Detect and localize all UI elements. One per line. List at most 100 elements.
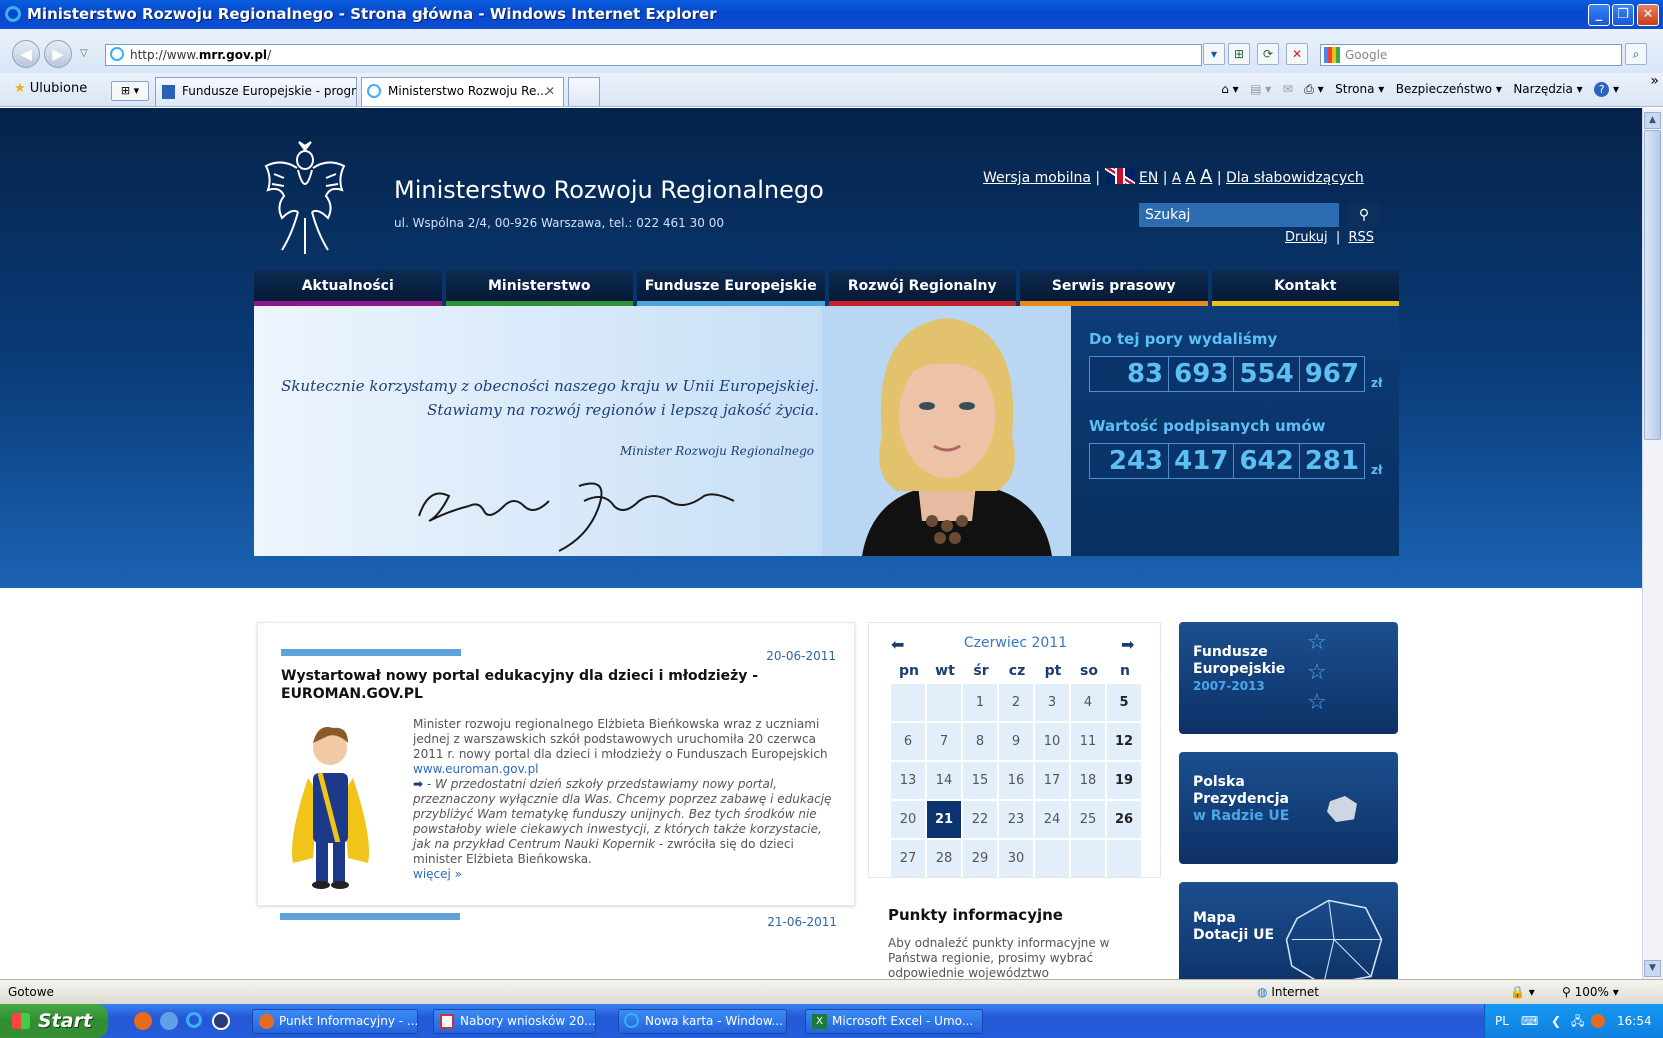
quicklaunch-media-icon[interactable] bbox=[212, 1012, 230, 1030]
calendar-day[interactable]: 8 bbox=[963, 723, 997, 760]
back-button[interactable]: ◀ bbox=[12, 40, 40, 68]
search-icon[interactable]: ⌕ bbox=[1625, 43, 1647, 65]
quicklaunch-firefox-icon[interactable] bbox=[134, 1012, 152, 1030]
minimize-button[interactable]: _ bbox=[1588, 4, 1610, 26]
firefox-tray-icon[interactable] bbox=[1591, 1014, 1605, 1028]
favorites-button[interactable]: ★ Ulubione bbox=[14, 81, 87, 96]
next-month-icon[interactable]: ➡ bbox=[1121, 635, 1134, 654]
calendar-day[interactable]: 6 bbox=[891, 723, 925, 760]
menu-aktualnosci[interactable]: Aktualności bbox=[254, 270, 442, 306]
calendar-day[interactable]: 20 bbox=[891, 801, 925, 838]
taskbar-item[interactable]: X Microsoft Excel - Umo... bbox=[805, 1009, 983, 1034]
refresh-icon[interactable]: ⟳ bbox=[1257, 43, 1279, 65]
menu-kontakt[interactable]: Kontakt bbox=[1211, 270, 1399, 306]
close-window-button[interactable]: ✕ bbox=[1637, 4, 1659, 26]
calendar-day[interactable]: 19 bbox=[1107, 762, 1141, 799]
menu-serwis[interactable]: Serwis prasowy bbox=[1020, 270, 1208, 306]
protected-mode-icon[interactable]: 🔒 ▾ bbox=[1510, 980, 1535, 1004]
forward-button[interactable]: ▶ bbox=[44, 40, 72, 68]
promo-mapa-dotacji[interactable]: Mapa Dotacji UE bbox=[1179, 882, 1398, 979]
print-icon[interactable]: ⎙ ▾ bbox=[1304, 82, 1323, 96]
font-small-link[interactable]: A bbox=[1172, 171, 1181, 186]
zoom-control[interactable]: ⚲ 100% ▾ bbox=[1562, 980, 1619, 1004]
calendar-day[interactable]: 24 bbox=[1035, 801, 1069, 838]
address-dropdown-icon[interactable]: ▾ bbox=[1203, 43, 1225, 65]
scroll-thumb[interactable] bbox=[1644, 130, 1661, 440]
calendar-day[interactable]: 22 bbox=[963, 801, 997, 838]
page-menu[interactable]: Strona ▾ bbox=[1335, 82, 1384, 96]
calendar-day[interactable]: 4 bbox=[1071, 684, 1105, 721]
taskbar-item[interactable]: Nabory wniosków 20... bbox=[433, 1009, 596, 1034]
calendar-day[interactable]: 26 bbox=[1107, 801, 1141, 838]
safety-menu[interactable]: Bezpieczeństwo ▾ bbox=[1396, 82, 1502, 96]
mail-icon[interactable]: ✉ bbox=[1283, 82, 1293, 96]
calendar-day[interactable]: 11 bbox=[1071, 723, 1105, 760]
taskbar-item[interactable]: Punkt Informacyjny - ... bbox=[252, 1009, 418, 1034]
tab-mrr[interactable]: Ministerstwo Rozwoju Re... ✕ bbox=[361, 77, 564, 106]
address-bar[interactable]: http://www.mrr.gov.pl/ bbox=[105, 44, 1202, 66]
read-more-link[interactable]: więcej » bbox=[413, 867, 462, 881]
calendar-day[interactable]: 17 bbox=[1035, 762, 1069, 799]
quicklaunch-ie-icon[interactable] bbox=[186, 1012, 202, 1028]
calendar-day[interactable]: 21 bbox=[927, 801, 961, 838]
home-icon[interactable]: ⌂ ▾ bbox=[1221, 82, 1238, 96]
calendar-day[interactable]: 29 bbox=[963, 840, 997, 877]
site-search-input[interactable]: Szukaj bbox=[1139, 203, 1339, 227]
feeds-icon[interactable]: ▤ ▾ bbox=[1250, 82, 1271, 96]
calendar-day[interactable]: 10 bbox=[1035, 723, 1069, 760]
menu-ministerstwo[interactable]: Ministerstwo bbox=[445, 270, 633, 306]
scroll-down-icon[interactable]: ▼ bbox=[1644, 960, 1661, 977]
calendar-day[interactable]: 12 bbox=[1107, 723, 1141, 760]
calendar-day[interactable]: 14 bbox=[927, 762, 961, 799]
help-icon[interactable]: ? bbox=[1594, 82, 1610, 97]
taskbar-item[interactable]: Nowa karta - Window... bbox=[618, 1009, 787, 1034]
english-link[interactable]: EN bbox=[1139, 170, 1158, 186]
language-indicator[interactable]: PL bbox=[1495, 1004, 1509, 1038]
network-icon[interactable]: 🖧 bbox=[1571, 1004, 1584, 1038]
calendar-day[interactable]: 1 bbox=[963, 684, 997, 721]
new-tab-button[interactable] bbox=[568, 77, 600, 106]
font-medium-link[interactable]: A bbox=[1185, 168, 1195, 186]
search-input[interactable]: Google bbox=[1320, 44, 1622, 66]
calendar-day[interactable]: 25 bbox=[1071, 801, 1105, 838]
tools-menu[interactable]: Narzędzia ▾ bbox=[1513, 82, 1582, 96]
calendar-day[interactable]: 2 bbox=[999, 684, 1033, 721]
calendar-day[interactable]: 7 bbox=[927, 723, 961, 760]
mobile-version-link[interactable]: Wersja mobilna bbox=[983, 170, 1091, 186]
maximize-button[interactable]: ❐ bbox=[1612, 4, 1634, 26]
euroman-link[interactable]: www.euroman.gov.pl bbox=[413, 762, 539, 776]
calendar-day[interactable]: 23 bbox=[999, 801, 1033, 838]
calendar-day[interactable]: 27 bbox=[891, 840, 925, 877]
site-search-button[interactable]: ⚲ bbox=[1348, 203, 1380, 227]
quicklaunch-browser-icon[interactable] bbox=[160, 1012, 178, 1030]
toolbar-chevron[interactable]: » bbox=[1650, 73, 1659, 89]
calendar-day[interactable]: 18 bbox=[1071, 762, 1105, 799]
calendar-day[interactable]: 16 bbox=[999, 762, 1033, 799]
tab-close-icon[interactable]: ✕ bbox=[545, 78, 555, 104]
menu-rozwoj[interactable]: Rozwój Regionalny bbox=[828, 270, 1016, 306]
calendar-day[interactable]: 28 bbox=[927, 840, 961, 877]
calendar-day[interactable]: 13 bbox=[891, 762, 925, 799]
history-dropdown-icon[interactable]: ▽ bbox=[80, 48, 88, 59]
font-large-link[interactable]: A bbox=[1200, 166, 1212, 187]
calendar-day[interactable]: 9 bbox=[999, 723, 1033, 760]
promo-prezydencja[interactable]: Polska Prezydencja w Radzie UE bbox=[1179, 752, 1398, 864]
tab-fundusze[interactable]: Fundusze Europejskie - progr... bbox=[155, 77, 357, 106]
keyboard-icon[interactable]: ⌨ bbox=[1521, 1004, 1538, 1038]
print-link[interactable]: Drukuj bbox=[1285, 230, 1328, 245]
calendar-day[interactable]: 30 bbox=[999, 840, 1033, 877]
promo-fundusze[interactable]: Fundusze Europejskie 2007-2013 ☆ ☆ ☆ bbox=[1179, 622, 1398, 734]
calendar-day[interactable]: 3 bbox=[1035, 684, 1069, 721]
stop-icon[interactable]: ✕ bbox=[1286, 43, 1308, 65]
start-button[interactable]: Start bbox=[0, 1004, 108, 1038]
tray-arrow-icon[interactable]: ❮ bbox=[1551, 1004, 1561, 1038]
calendar-day[interactable]: 5 bbox=[1107, 684, 1141, 721]
compat-view-icon[interactable]: ⊞ bbox=[1228, 43, 1250, 65]
scroll-up-icon[interactable]: ▲ bbox=[1644, 112, 1661, 129]
menu-fundusze[interactable]: Fundusze Europejskie bbox=[637, 270, 825, 306]
rss-link[interactable]: RSS bbox=[1349, 230, 1375, 245]
calendar-day[interactable]: 15 bbox=[963, 762, 997, 799]
low-vision-link[interactable]: Dla słabowidzących bbox=[1226, 170, 1364, 186]
news-title[interactable]: Wystartował nowy portal edukacyjny dla d… bbox=[281, 667, 821, 703]
quick-tabs-icon[interactable]: ⊞ ▾ bbox=[111, 81, 149, 101]
